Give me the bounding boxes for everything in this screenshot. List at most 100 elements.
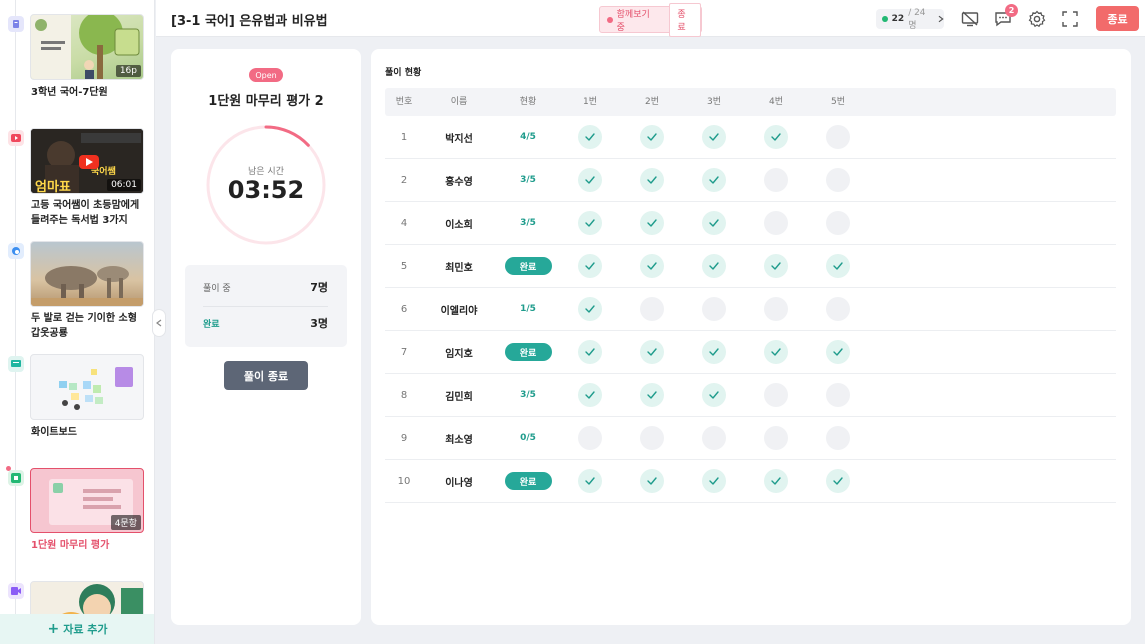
settings-gear-icon[interactable] (1028, 10, 1046, 28)
sidebar-item-web[interactable]: 두 발로 걷는 기이한 소형 갑옷공룡 (0, 233, 154, 348)
table-row[interactable]: 10 이나영 완료 (385, 460, 1116, 503)
empty-answer-icon (578, 426, 602, 450)
answer-cell-q5[interactable] (819, 374, 857, 416)
answer-cell-q1[interactable] (571, 417, 609, 459)
table-row[interactable]: 1 박지선 4/5 (385, 116, 1116, 159)
answer-cell-q2[interactable] (633, 460, 671, 502)
answer-cell-q2[interactable] (633, 417, 671, 459)
end-class-button[interactable]: 종료 (1096, 6, 1139, 31)
progress-cell: 3/5 (499, 202, 557, 244)
table-row[interactable]: 7 임지호 완료 (385, 331, 1116, 374)
answer-cell-q1[interactable] (571, 245, 609, 287)
answer-cell-q3[interactable] (695, 460, 733, 502)
sidebar-item-youtube[interactable]: 국어쌤 엄마표 06:01 고등 국어쌤이 초등맘에게 들려주는 독서법 3가지 (0, 120, 154, 235)
table-row[interactable]: 9 최소영 0/5 (385, 417, 1116, 460)
answer-cell-q4[interactable] (757, 202, 795, 244)
progress-cell: 3/5 (499, 374, 557, 416)
answer-cell-q3[interactable] (695, 159, 733, 201)
empty-answer-icon (764, 297, 788, 321)
answer-cell-q2[interactable] (633, 374, 671, 416)
answer-cell-q3[interactable] (695, 245, 733, 287)
student-name: 이소희 (445, 219, 473, 231)
add-material-button[interactable]: + 자료 추가 (0, 614, 154, 644)
online-count-button[interactable]: 22 / 24명 (876, 8, 944, 31)
row-number: 10 (397, 475, 411, 487)
table-row[interactable]: 2 홍수영 3/5 (385, 159, 1116, 202)
col-header-number: 번호 (395, 97, 413, 107)
coview-end-button[interactable]: 종료 (669, 2, 701, 37)
answer-cell-q3[interactable] (695, 417, 733, 459)
answer-cell-q2[interactable] (633, 202, 671, 244)
answer-cell-q1[interactable] (571, 460, 609, 502)
answer-cell-q5[interactable] (819, 288, 857, 330)
answer-cell-q1[interactable] (571, 116, 609, 158)
answer-cell-q4[interactable] (757, 331, 795, 373)
answer-cell-q3[interactable] (695, 202, 733, 244)
add-material-label: 자료 추가 (63, 623, 108, 636)
whiteboard-thumbnail[interactable] (30, 354, 144, 420)
sidebar-item-whiteboard[interactable]: 화이트보드 (0, 346, 154, 451)
progress-text: 3/5 (520, 175, 536, 185)
answer-cell-q1[interactable] (571, 331, 609, 373)
check-icon (640, 211, 664, 235)
answer-cell-q5[interactable] (819, 245, 857, 287)
answer-cell-q3[interactable] (695, 288, 733, 330)
table-row[interactable]: 5 최민호 완료 (385, 245, 1116, 288)
answer-cell-q1[interactable] (571, 159, 609, 201)
answer-cell-q4[interactable] (757, 460, 795, 502)
check-icon (826, 254, 850, 278)
answer-cell-q1[interactable] (571, 288, 609, 330)
sidebar-item-quiz[interactable]: 4문항 1단원 마무리 평가 (0, 460, 154, 575)
answer-cell-q5[interactable] (819, 202, 857, 244)
online-count: 22 (891, 14, 905, 24)
answer-cell-q4[interactable] (757, 417, 795, 459)
textbook-thumbnail[interactable]: 16p (30, 14, 144, 80)
answer-cell-q4[interactable] (757, 159, 795, 201)
answer-cell-q4[interactable] (757, 288, 795, 330)
quiz-thumbnail[interactable]: 4문항 (30, 468, 144, 533)
quiz-icon (8, 470, 24, 486)
answer-cell-q5[interactable] (819, 460, 857, 502)
check-icon (764, 125, 788, 149)
answer-cell-q5[interactable] (819, 159, 857, 201)
answer-cell-q5[interactable] (819, 417, 857, 459)
answer-cell-q4[interactable] (757, 245, 795, 287)
web-thumbnail[interactable] (30, 241, 144, 307)
video-icon (8, 583, 24, 599)
table-row[interactable]: 4 이소희 3/5 (385, 202, 1116, 245)
progress-text: 3/5 (520, 218, 536, 228)
progress-cell: 3/5 (499, 159, 557, 201)
answer-cell-q2[interactable] (633, 288, 671, 330)
progress-cell: 0/5 (499, 417, 557, 459)
table-row[interactable]: 6 이엘리야 1/5 (385, 288, 1116, 331)
answer-cell-q2[interactable] (633, 116, 671, 158)
answer-cell-q1[interactable] (571, 202, 609, 244)
check-icon (640, 168, 664, 192)
finish-quiz-button[interactable]: 풀이 종료 (224, 361, 308, 390)
answer-cell-q3[interactable] (695, 116, 733, 158)
answer-cell-q2[interactable] (633, 159, 671, 201)
empty-answer-icon (826, 297, 850, 321)
sidebar-collapse-button[interactable] (152, 309, 166, 337)
youtube-thumbnail[interactable]: 국어쌤 엄마표 06:01 (30, 128, 144, 194)
answer-cell-q2[interactable] (633, 331, 671, 373)
answer-cell-q5[interactable] (819, 116, 857, 158)
sidebar-item-label: 화이트보드 (31, 427, 77, 438)
row-number: 4 (400, 217, 408, 229)
fullscreen-icon[interactable] (1061, 10, 1079, 28)
notification-badge: 2 (1005, 4, 1018, 17)
check-icon (578, 168, 602, 192)
progress-cell: 1/5 (499, 288, 557, 330)
table-row[interactable]: 8 김민희 3/5 (385, 374, 1116, 417)
check-icon (578, 211, 602, 235)
sidebar-item-textbook[interactable]: 16p 3학년 국어-7단원 (0, 0, 154, 110)
answer-cell-q3[interactable] (695, 374, 733, 416)
progress-cell: 완료 (499, 245, 557, 287)
answer-cell-q4[interactable] (757, 116, 795, 158)
screen-off-icon[interactable] (961, 10, 979, 28)
answer-cell-q4[interactable] (757, 374, 795, 416)
answer-cell-q2[interactable] (633, 245, 671, 287)
answer-cell-q1[interactable] (571, 374, 609, 416)
answer-cell-q3[interactable] (695, 331, 733, 373)
answer-cell-q5[interactable] (819, 331, 857, 373)
